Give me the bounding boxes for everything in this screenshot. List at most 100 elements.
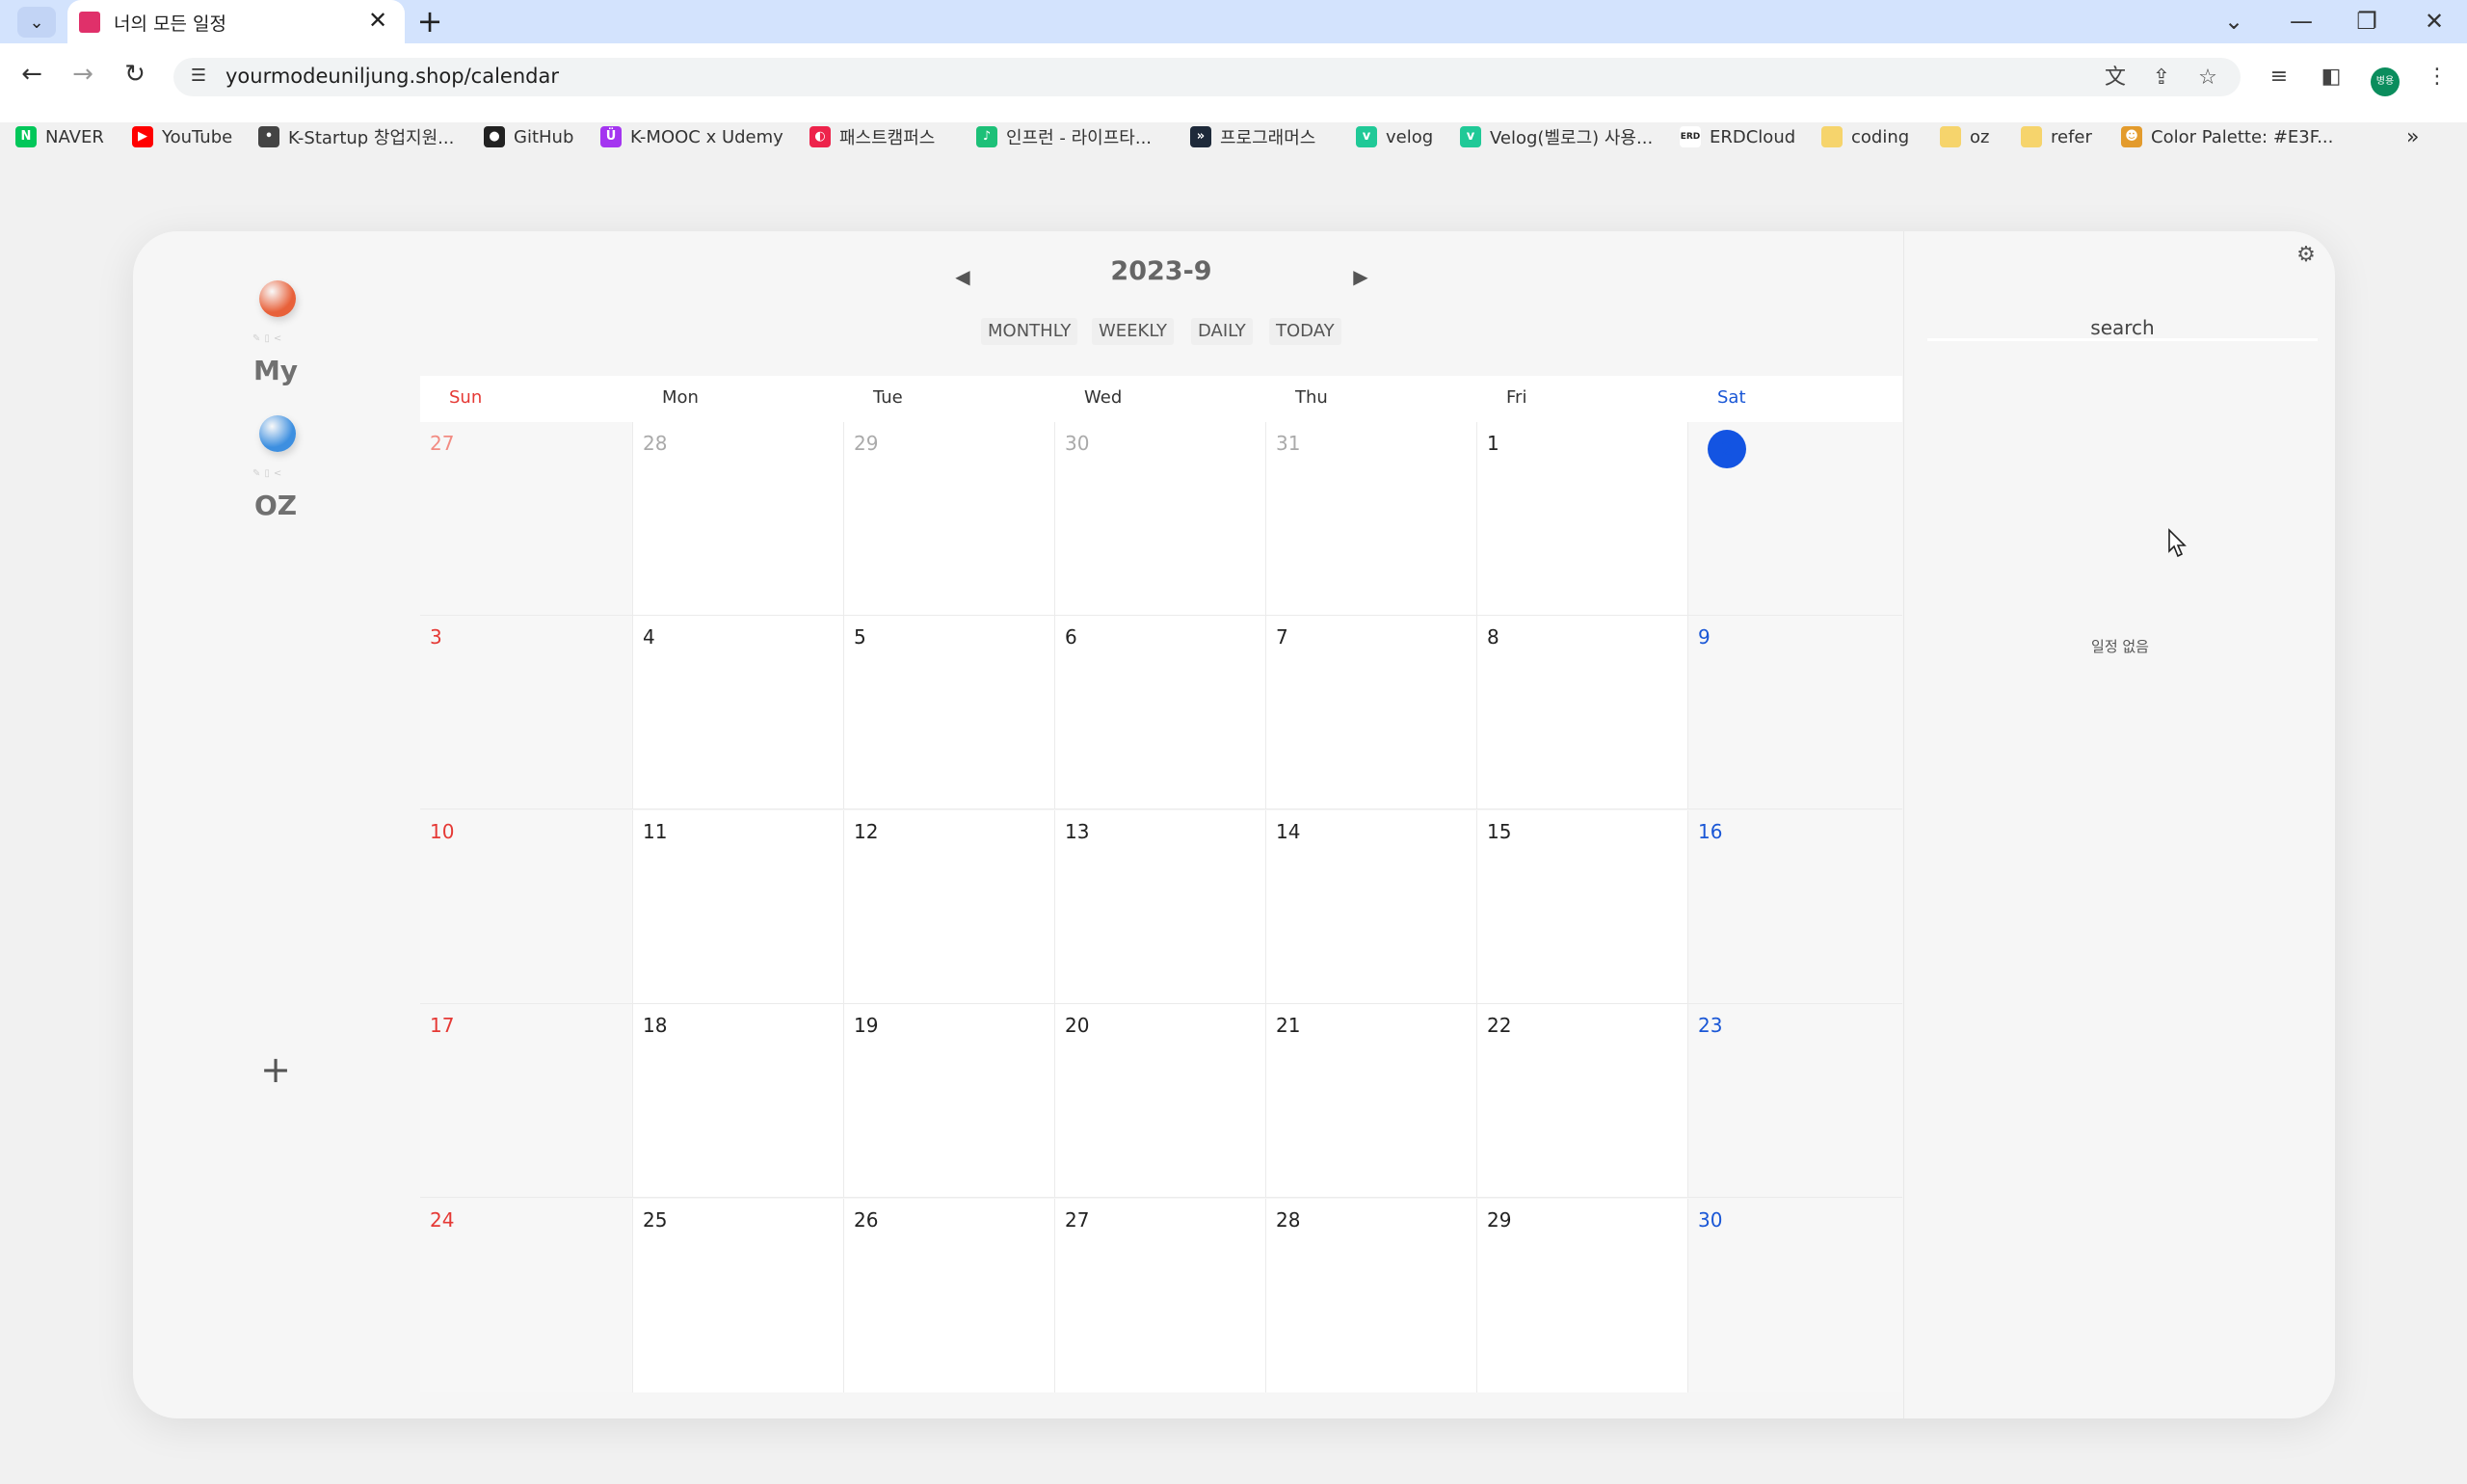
restore-icon[interactable]: ❐ xyxy=(2342,4,2392,39)
bookmark-folder-coding[interactable]: coding xyxy=(1821,122,1909,151)
bookmark-velog[interactable]: v velog xyxy=(1356,122,1433,151)
view-monthly-button[interactable]: MONTHLY xyxy=(981,318,1078,345)
reading-list-icon[interactable]: ≡ xyxy=(2263,61,2295,93)
day-cell[interactable]: 27 xyxy=(420,422,633,616)
folder-icon xyxy=(1821,126,1843,147)
kstartup-icon: • xyxy=(258,126,279,147)
address-bar[interactable]: ☰ yourmodeuniljung.shop/calendar 文 ⇪ ☆ xyxy=(173,58,2241,96)
day-cell[interactable]: 23 xyxy=(1688,1004,1902,1198)
day-cell[interactable]: 25 xyxy=(633,1199,844,1392)
group-my-color-dot[interactable] xyxy=(259,280,296,317)
bookmark-color-palette[interactable]: ☻ Color Palette: #E3F... xyxy=(2121,122,2333,151)
day-cell[interactable]: 18 xyxy=(633,1004,844,1198)
address-url[interactable]: yourmodeuniljung.shop/calendar xyxy=(225,65,559,88)
bookmark-naver[interactable]: N NAVER xyxy=(15,122,104,151)
translate-icon[interactable]: 文 xyxy=(2101,64,2130,93)
profile-avatar[interactable]: 병용 xyxy=(2371,67,2400,96)
day-cell[interactable]: 28 xyxy=(1266,1199,1477,1392)
schedule-panel xyxy=(1903,231,2335,1418)
day-cell[interactable]: 30 xyxy=(1688,1199,1902,1392)
site-favicon xyxy=(79,12,100,33)
forward-arrow-icon[interactable]: → xyxy=(64,55,102,93)
bookmark-fastcampus[interactable]: ◐ 패스트캠퍼스 xyxy=(809,122,935,151)
tab-list-chevron-icon[interactable]: ⌄ xyxy=(2209,4,2259,39)
day-cell[interactable]: 28 xyxy=(633,422,844,616)
day-cell[interactable]: 3 xyxy=(420,616,633,809)
day-cell[interactable]: 16 xyxy=(1688,810,1902,1004)
day-cell[interactable]: 29 xyxy=(1477,1199,1688,1392)
day-cell[interactable]: 21 xyxy=(1266,1004,1477,1198)
bookmark-kstartup[interactable]: • K-Startup 창업지원... xyxy=(258,122,454,151)
day-cell[interactable]: 6 xyxy=(1055,616,1266,809)
day-number: 29 xyxy=(854,432,879,455)
gear-icon[interactable]: ⚙ xyxy=(2292,241,2321,270)
day-cell[interactable]: 2 xyxy=(1688,422,1902,616)
day-number: 11 xyxy=(643,820,668,843)
next-month-icon[interactable]: ▶ xyxy=(1349,265,1372,288)
tab-search-button[interactable]: ⌄ xyxy=(17,7,56,38)
add-group-button[interactable]: + xyxy=(256,1050,295,1089)
day-cell[interactable]: 30 xyxy=(1055,422,1266,616)
bookmark-star-icon[interactable]: ☆ xyxy=(2193,64,2222,93)
reload-icon[interactable]: ↻ xyxy=(116,55,154,93)
day-cell[interactable]: 24 xyxy=(420,1199,633,1392)
day-cell[interactable]: 26 xyxy=(844,1199,1055,1392)
bookmark-inflearn[interactable]: ♪ 인프런 - 라이프타... xyxy=(976,122,1152,151)
group-oz-label[interactable]: OZ xyxy=(179,490,372,521)
group-oz-color-dot[interactable] xyxy=(259,415,296,452)
bookmark-erdcloud[interactable]: ERD ERDCloud xyxy=(1680,122,1795,151)
bookmark-programmers[interactable]: » 프로그래머스 xyxy=(1190,122,1315,151)
day-number: 30 xyxy=(1065,432,1090,455)
bookmark-velog-guide[interactable]: v Velog(벨로그) 사용... xyxy=(1460,122,1653,151)
close-window-icon[interactable]: ✕ xyxy=(2409,4,2459,39)
side-panel-icon[interactable]: ◧ xyxy=(2315,61,2348,93)
browser-tab[interactable]: 너의 모든 일정 ✕ xyxy=(67,0,405,43)
view-weekly-button[interactable]: WEEKLY xyxy=(1092,318,1174,345)
view-daily-button[interactable]: DAILY xyxy=(1191,318,1253,345)
day-cell[interactable]: 4 xyxy=(633,616,844,809)
day-cell[interactable]: 12 xyxy=(844,810,1055,1004)
group-oz-actions-icon[interactable]: ✎▯< xyxy=(252,468,285,479)
view-today-button[interactable]: TODAY xyxy=(1269,318,1341,345)
share-icon[interactable]: ⇪ xyxy=(2147,64,2176,93)
day-cell[interactable]: 19 xyxy=(844,1004,1055,1198)
new-tab-button[interactable]: + xyxy=(412,6,447,38)
day-cell[interactable]: 13 xyxy=(1055,810,1266,1004)
day-cell[interactable]: 5 xyxy=(844,616,1055,809)
bookmark-folder-refer[interactable]: refer xyxy=(2021,122,2092,151)
day-cell[interactable]: 29 xyxy=(844,422,1055,616)
day-cell[interactable]: 9 xyxy=(1688,616,1902,809)
programmers-icon: » xyxy=(1190,126,1211,147)
day-number: 31 xyxy=(1276,432,1301,455)
day-cell[interactable]: 1 xyxy=(1477,422,1688,616)
day-cell[interactable]: 31 xyxy=(1266,422,1477,616)
minimize-icon[interactable]: — xyxy=(2276,4,2326,39)
more-bookmarks-icon[interactable]: » xyxy=(2406,122,2419,151)
search-input[interactable] xyxy=(1927,316,2318,341)
more-menu-icon[interactable]: ⋮ xyxy=(2421,61,2454,93)
bookmark-folder-oz[interactable]: oz xyxy=(1940,122,1989,151)
day-cell[interactable]: 20 xyxy=(1055,1004,1266,1198)
day-cell[interactable]: 27 xyxy=(1055,1199,1266,1392)
group-my-actions-icon[interactable]: ✎▯< xyxy=(252,333,285,344)
day-cell[interactable]: 10 xyxy=(420,810,633,1004)
prev-month-icon[interactable]: ◀ xyxy=(951,265,974,288)
weekday-tue: Tue xyxy=(873,387,903,408)
group-my-label[interactable]: My xyxy=(179,355,372,386)
udemy-icon: Ü xyxy=(600,126,622,147)
tab-title: 너의 모든 일정 xyxy=(114,13,226,35)
day-cell[interactable]: 22 xyxy=(1477,1004,1688,1198)
day-cell[interactable]: 7 xyxy=(1266,616,1477,809)
day-cell[interactable]: 11 xyxy=(633,810,844,1004)
day-cell[interactable]: 14 xyxy=(1266,810,1477,1004)
bookmark-kmooc[interactable]: Ü K-MOOC x Udemy xyxy=(600,122,783,151)
bookmark-github[interactable]: ● GitHub xyxy=(484,122,573,151)
back-arrow-icon[interactable]: ← xyxy=(13,55,51,93)
day-cell[interactable]: 17 xyxy=(420,1004,633,1198)
site-info-icon[interactable]: ☰ xyxy=(187,65,210,88)
close-tab-icon[interactable]: ✕ xyxy=(364,7,391,34)
day-cell[interactable]: 15 xyxy=(1477,810,1688,1004)
day-number: 9 xyxy=(1698,625,1711,649)
bookmark-youtube[interactable]: ▶ YouTube xyxy=(132,122,232,151)
day-cell[interactable]: 8 xyxy=(1477,616,1688,809)
